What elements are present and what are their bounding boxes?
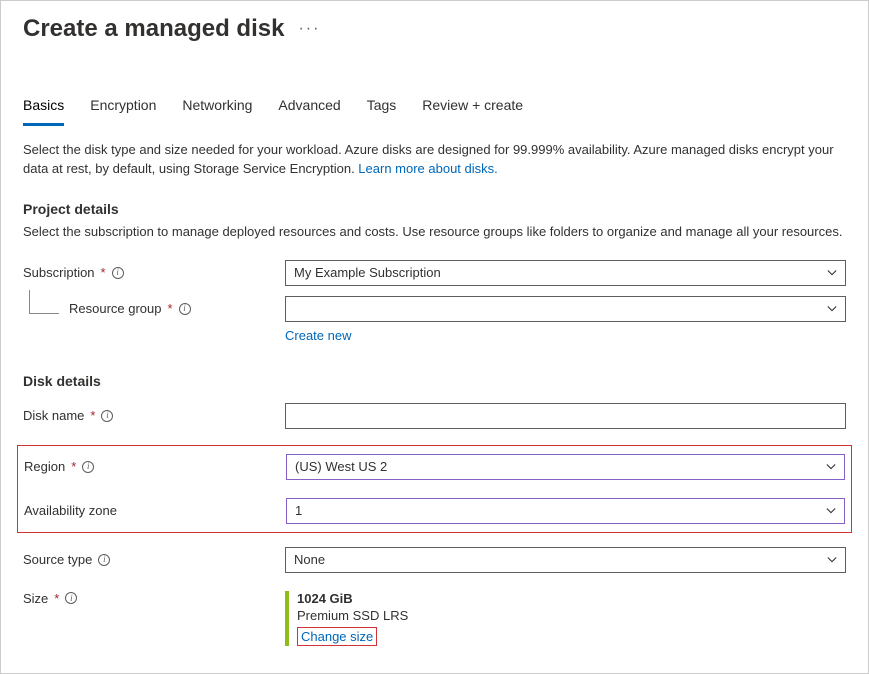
disk-name-input[interactable] (285, 403, 846, 429)
chevron-down-icon (827, 304, 837, 314)
project-details-heading: Project details (23, 201, 846, 217)
required-asterisk: * (101, 265, 106, 280)
tab-advanced[interactable]: Advanced (278, 91, 340, 126)
region-label: Region (24, 459, 65, 474)
size-display: 1024 GiB Premium SSD LRS Change size (285, 591, 846, 646)
source-type-value: None (294, 552, 325, 567)
required-asterisk: * (168, 301, 173, 316)
resource-group-label: Resource group (69, 301, 162, 316)
disk-details-heading: Disk details (23, 373, 846, 389)
info-icon[interactable]: i (98, 554, 110, 566)
availability-zone-label: Availability zone (24, 503, 117, 518)
info-icon[interactable]: i (101, 410, 113, 422)
info-icon[interactable]: i (82, 461, 94, 473)
subscription-select[interactable]: My Example Subscription (285, 260, 846, 286)
subscription-label: Subscription (23, 265, 95, 280)
required-asterisk: * (54, 591, 59, 606)
info-icon[interactable]: i (65, 592, 77, 604)
info-icon[interactable]: i (112, 267, 124, 279)
create-new-rg-link[interactable]: Create new (285, 328, 351, 343)
size-type: Premium SSD LRS (297, 608, 846, 623)
intro-text: Select the disk type and size needed for… (23, 141, 846, 179)
source-type-label: Source type (23, 552, 92, 567)
chevron-down-icon (826, 506, 836, 516)
size-value: 1024 GiB (297, 591, 846, 606)
chevron-down-icon (826, 462, 836, 472)
page-title: Create a managed disk (23, 15, 284, 43)
more-actions-icon[interactable]: ··· (298, 20, 320, 38)
tab-tags[interactable]: Tags (367, 91, 397, 126)
region-value: (US) West US 2 (295, 459, 387, 474)
source-type-select[interactable]: None (285, 547, 846, 573)
tabs-bar: Basics Encryption Networking Advanced Ta… (23, 91, 846, 127)
disk-name-label: Disk name (23, 408, 84, 423)
info-icon[interactable]: i (179, 303, 191, 315)
chevron-down-icon (827, 268, 837, 278)
availability-zone-select[interactable]: 1 (286, 498, 845, 524)
tab-encryption[interactable]: Encryption (90, 91, 156, 126)
required-asterisk: * (71, 459, 76, 474)
availability-zone-value: 1 (295, 503, 302, 518)
size-label: Size (23, 591, 48, 606)
tree-line-icon (29, 290, 59, 314)
subscription-value: My Example Subscription (294, 265, 441, 280)
required-asterisk: * (90, 408, 95, 423)
tab-basics[interactable]: Basics (23, 91, 64, 126)
learn-more-link[interactable]: Learn more about disks. (358, 161, 497, 176)
resource-group-select[interactable] (285, 296, 846, 322)
tab-networking[interactable]: Networking (182, 91, 252, 126)
project-details-desc: Select the subscription to manage deploy… (23, 223, 846, 242)
region-select[interactable]: (US) West US 2 (286, 454, 845, 480)
region-zone-highlight: Region * i (US) West US 2 Availability z… (17, 445, 852, 533)
tab-review[interactable]: Review + create (422, 91, 523, 126)
change-size-link[interactable]: Change size (301, 629, 373, 644)
chevron-down-icon (827, 555, 837, 565)
